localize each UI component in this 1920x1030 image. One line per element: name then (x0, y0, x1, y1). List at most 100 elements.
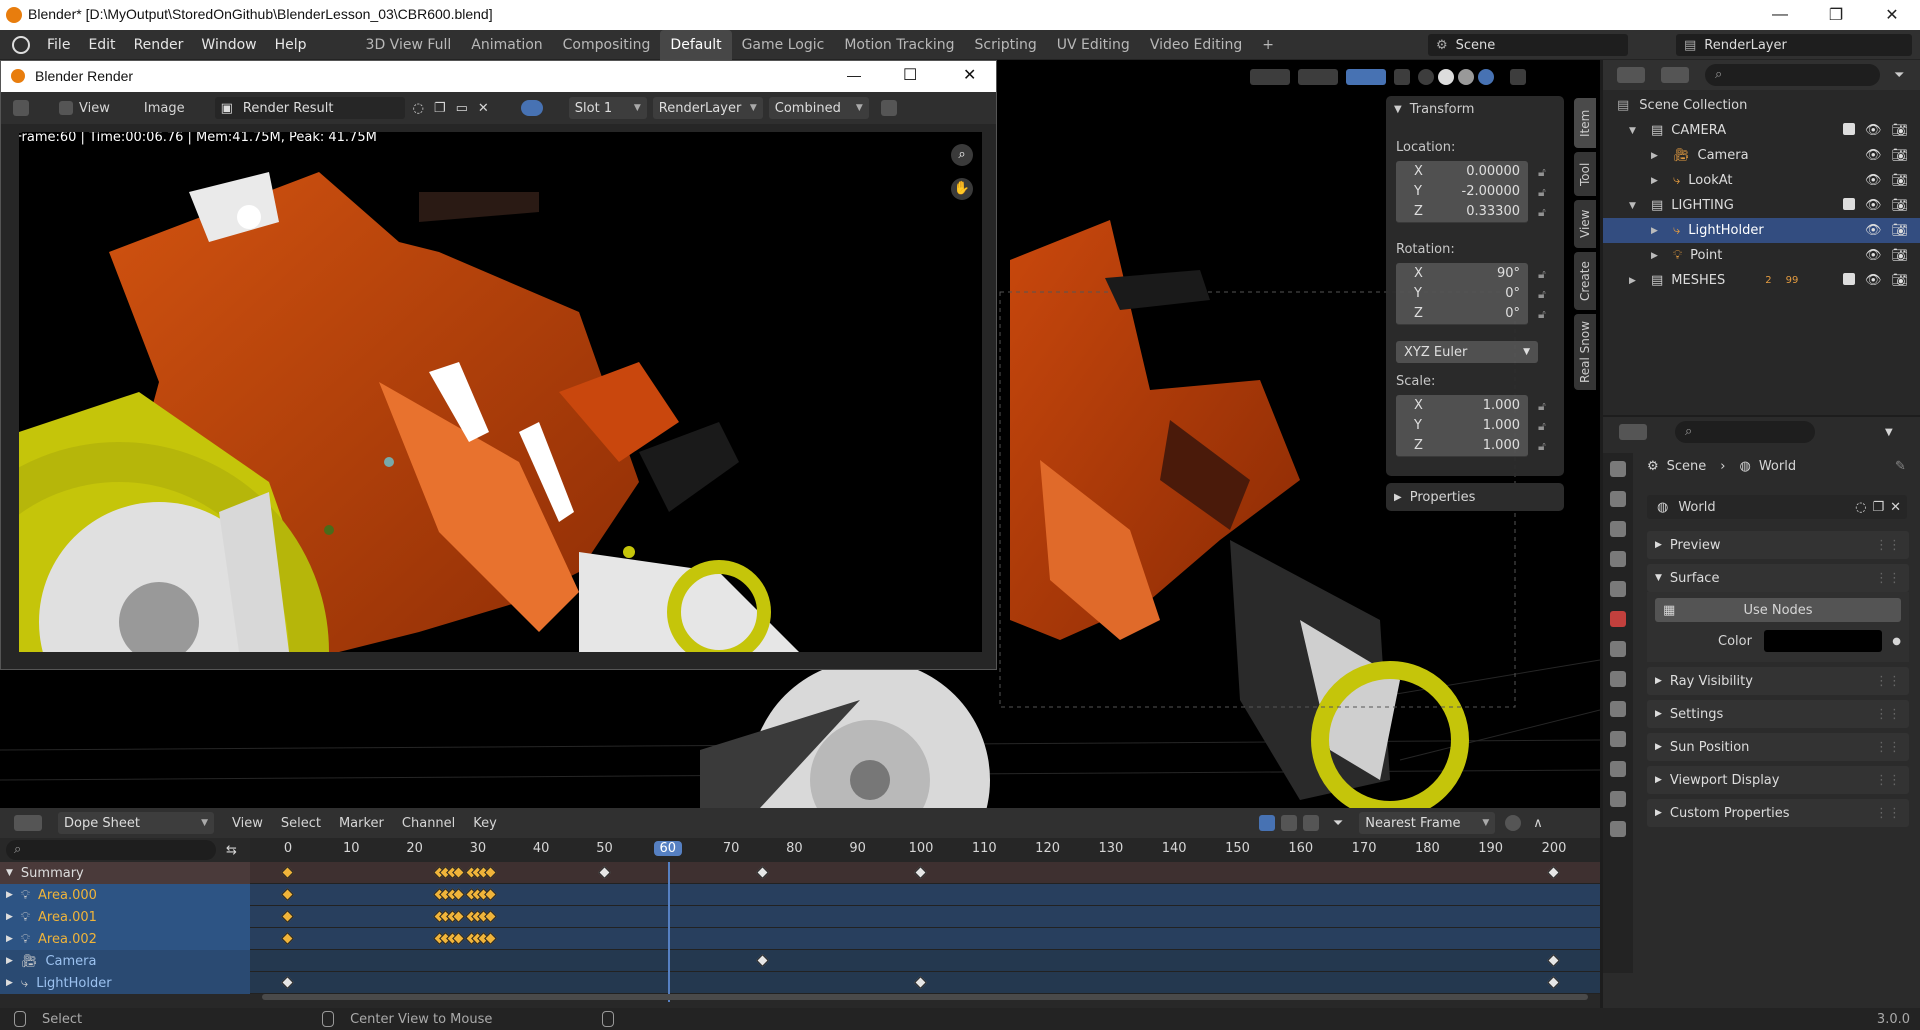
overlays-icon[interactable] (1346, 69, 1386, 85)
falloff-curve-icon[interactable]: ∧ (1533, 816, 1543, 831)
outliner-item-lighting[interactable]: ▼ ▤ LIGHTING 👁︎ 📷︎ (1603, 193, 1920, 218)
dope-menu-select[interactable]: Select (281, 816, 321, 831)
drag-handle-icon[interactable]: ⋮⋮ (1875, 773, 1901, 788)
outliner-search-input[interactable]: ⌕ (1705, 64, 1880, 86)
unlink-image-icon[interactable]: ✕ (478, 101, 489, 116)
properties-editor-type-icon[interactable] (1619, 424, 1647, 440)
camera-render-icon[interactable]: 📷︎ (1891, 248, 1908, 263)
display-mode-icon[interactable] (1661, 67, 1689, 83)
disclosure-arrow-icon[interactable]: ▶ (6, 978, 13, 988)
scene-selector[interactable]: ⚙ Scene (1428, 34, 1628, 56)
dope-menu-marker[interactable]: Marker (339, 816, 384, 831)
camera-render-icon[interactable]: 📷︎ (1891, 148, 1908, 163)
tab-3d-view-full[interactable]: 3D View Full (356, 30, 462, 60)
channel-lightholder[interactable]: ▶ ⤷ LightHolder (0, 972, 250, 994)
drag-handle-icon[interactable]: ⋮⋮ (1875, 740, 1901, 755)
lock-icon[interactable]: 🔓︎ (1538, 205, 1546, 220)
unlink-world-icon[interactable]: ✕ (1890, 500, 1901, 515)
tab-view[interactable]: View (1574, 200, 1596, 248)
image-browse[interactable]: ▣ Render Result (214, 97, 405, 119)
disclosure-arrow-icon[interactable]: ▶ (1629, 276, 1643, 286)
exclude-checkbox[interactable] (1842, 273, 1855, 285)
view-layer-tab-icon[interactable] (1610, 551, 1626, 567)
display-mode-icon[interactable] (880, 100, 897, 116)
render-maximize-button[interactable]: ☐ (903, 65, 917, 85)
camera-render-icon[interactable]: 📷︎ (1891, 198, 1908, 213)
eye-icon[interactable]: 👁︎ (1865, 173, 1882, 188)
tab-item[interactable]: Item (1574, 98, 1596, 148)
menu-help[interactable]: Help (266, 30, 316, 60)
scene-tab-icon[interactable] (1610, 581, 1626, 597)
slot-select[interactable]: Slot 1 ▼ (568, 97, 647, 119)
tab-video-editing[interactable]: Video Editing (1140, 30, 1252, 60)
section-ray-visibility[interactable]: ▶ Ray Visibility ⋮⋮ (1647, 667, 1909, 695)
open-image-icon[interactable]: ▭ (456, 101, 468, 116)
dope-menu-channel[interactable]: Channel (402, 816, 455, 831)
scale-field-y[interactable]: Y 1.000 (1396, 415, 1528, 437)
constraints-tab-icon[interactable] (1610, 761, 1626, 777)
swap-icon[interactable]: ⇆ (226, 843, 237, 858)
menu-render[interactable]: Render (125, 30, 193, 60)
channel-area.002[interactable]: ▶ 💡︎ Area.002 (0, 928, 250, 950)
pause-render-icon[interactable] (1510, 69, 1526, 85)
disclosure-arrow-icon[interactable]: ▼ (6, 868, 13, 878)
rotation-field-z[interactable]: Z 0° (1396, 303, 1528, 325)
scale-field-x[interactable]: X 1.000 (1396, 395, 1528, 417)
warning-icon[interactable] (1302, 815, 1319, 831)
disclosure-arrow-icon[interactable]: ▶ (6, 890, 13, 900)
pass-select[interactable]: Combined ▼ (768, 97, 869, 119)
eye-icon[interactable]: 👁︎ (1865, 248, 1882, 263)
scene-collection-row[interactable]: ▤ Scene Collection (1603, 93, 1920, 118)
object-tab-icon[interactable] (1610, 671, 1626, 687)
minimize-button[interactable]: — (1752, 0, 1808, 30)
lock-icon[interactable]: 🔓︎ (1538, 267, 1546, 282)
zoom-icon[interactable]: ⌕ (951, 144, 973, 166)
summary-channel[interactable]: ▼ Summary (0, 862, 250, 884)
outliner-item-point[interactable]: ▶ 💡︎ Point 👁︎ 📷︎ (1603, 243, 1920, 268)
properties-subpanel-header[interactable]: ▶ Properties (1386, 483, 1564, 511)
drag-handle-icon[interactable]: ⋮⋮ (1875, 707, 1901, 722)
tab-uv-editing[interactable]: UV Editing (1047, 30, 1140, 60)
editor-type-icon[interactable] (13, 100, 29, 116)
lock-icon[interactable]: 🔓︎ (1538, 419, 1546, 434)
fake-user-icon[interactable]: ◌ (1855, 500, 1866, 515)
collection-tab-icon[interactable] (1610, 641, 1626, 657)
box-select-icon[interactable] (1280, 815, 1297, 831)
dope-mode-select[interactable]: Dope Sheet ▼ (58, 812, 214, 834)
render-close-button[interactable]: ✕ (963, 65, 976, 85)
hand-pan-icon[interactable]: ✋ (951, 178, 973, 200)
eye-icon[interactable]: 👁︎ (1865, 198, 1882, 213)
drag-handle-icon[interactable]: ⋮⋮ (1875, 571, 1901, 586)
tab-compositing[interactable]: Compositing (553, 30, 661, 60)
disclosure-arrow-icon[interactable]: ▶ (6, 934, 13, 944)
keyframe-area[interactable] (250, 862, 1600, 1002)
tab-create[interactable]: Create (1574, 252, 1596, 310)
view-visibility-icon[interactable] (1250, 69, 1290, 85)
exclude-checkbox[interactable] (1842, 123, 1855, 135)
current-frame-indicator[interactable]: 60 (653, 841, 682, 856)
disclosure-arrow-icon[interactable]: ▶ (1651, 151, 1665, 161)
section-settings[interactable]: ▶ Settings ⋮⋮ (1647, 700, 1909, 728)
filter-icon[interactable]: ⏷ (1333, 816, 1343, 831)
tab-motion-tracking[interactable]: Motion Tracking (834, 30, 964, 60)
rotation-field-y[interactable]: Y 0° (1396, 283, 1528, 305)
solid-shading-icon[interactable] (1438, 69, 1454, 85)
section-viewport-display[interactable]: ▶ Viewport Display ⋮⋮ (1647, 766, 1909, 794)
dope-scrollbar[interactable] (262, 994, 1588, 1000)
disclosure-arrow-icon[interactable]: ▶ (6, 912, 13, 922)
disclosure-arrow-icon[interactable]: ▶ (1651, 176, 1665, 186)
menu-file[interactable]: File (38, 30, 79, 60)
modifiers-tab-icon[interactable] (1610, 701, 1626, 717)
section-custom-properties[interactable]: ▶ Custom Properties ⋮⋮ (1647, 799, 1909, 827)
disclosure-arrow-icon[interactable]: ▶ (6, 956, 13, 966)
maximize-button[interactable]: ❐ (1808, 0, 1864, 30)
dope-menu-key[interactable]: Key (473, 816, 497, 831)
tool-tab-icon[interactable] (1610, 461, 1626, 477)
exclude-checkbox[interactable] (1842, 198, 1855, 210)
disclosure-arrow-icon[interactable]: ▶ (1651, 226, 1665, 236)
xray-icon[interactable] (1394, 69, 1410, 85)
disclosure-arrow-icon[interactable]: ▼ (1629, 126, 1643, 136)
menu-edit[interactable]: Edit (79, 30, 124, 60)
render-tab-icon[interactable] (1610, 491, 1626, 507)
channel-camera[interactable]: ▶ 🎥︎ Camera (0, 950, 250, 972)
